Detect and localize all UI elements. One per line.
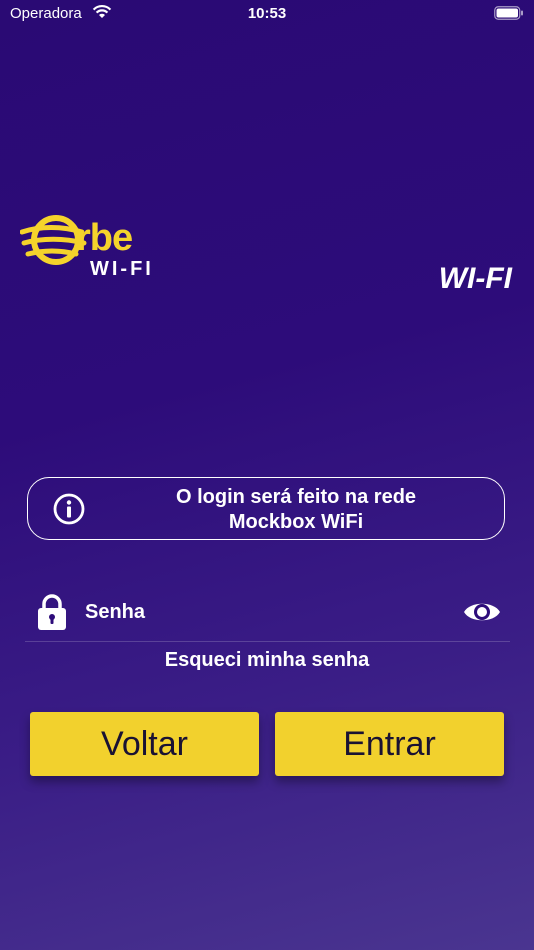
network-info-box: O login será feito na rede Mockbox WiFi [27, 477, 505, 540]
clock: 10:53 [247, 5, 287, 22]
page-title: WI-FI [438, 262, 512, 295]
back-button[interactable]: Voltar [30, 712, 259, 776]
password-field [25, 585, 510, 642]
network-info-text: O login será feito na rede Mockbox WiFi [108, 485, 484, 535]
info-line-1: O login será feito na rede [175, 486, 417, 508]
eye-icon[interactable] [462, 597, 502, 627]
info-icon [53, 493, 85, 525]
logo-word: rbe [76, 217, 133, 259]
enter-button[interactable]: Entrar [275, 712, 504, 776]
orbe-logo: rbe WI-FI [20, 208, 165, 282]
password-input[interactable] [83, 593, 447, 631]
lock-icon [38, 594, 66, 630]
info-line-2: Mockbox WiFi [228, 511, 364, 533]
logo-subtitle: WI-FI [90, 258, 154, 280]
forgot-password-link[interactable]: Esqueci minha senha [0, 649, 534, 672]
battery-icon [494, 6, 523, 20]
status-bar: Operadora 10:53 [0, 0, 534, 28]
